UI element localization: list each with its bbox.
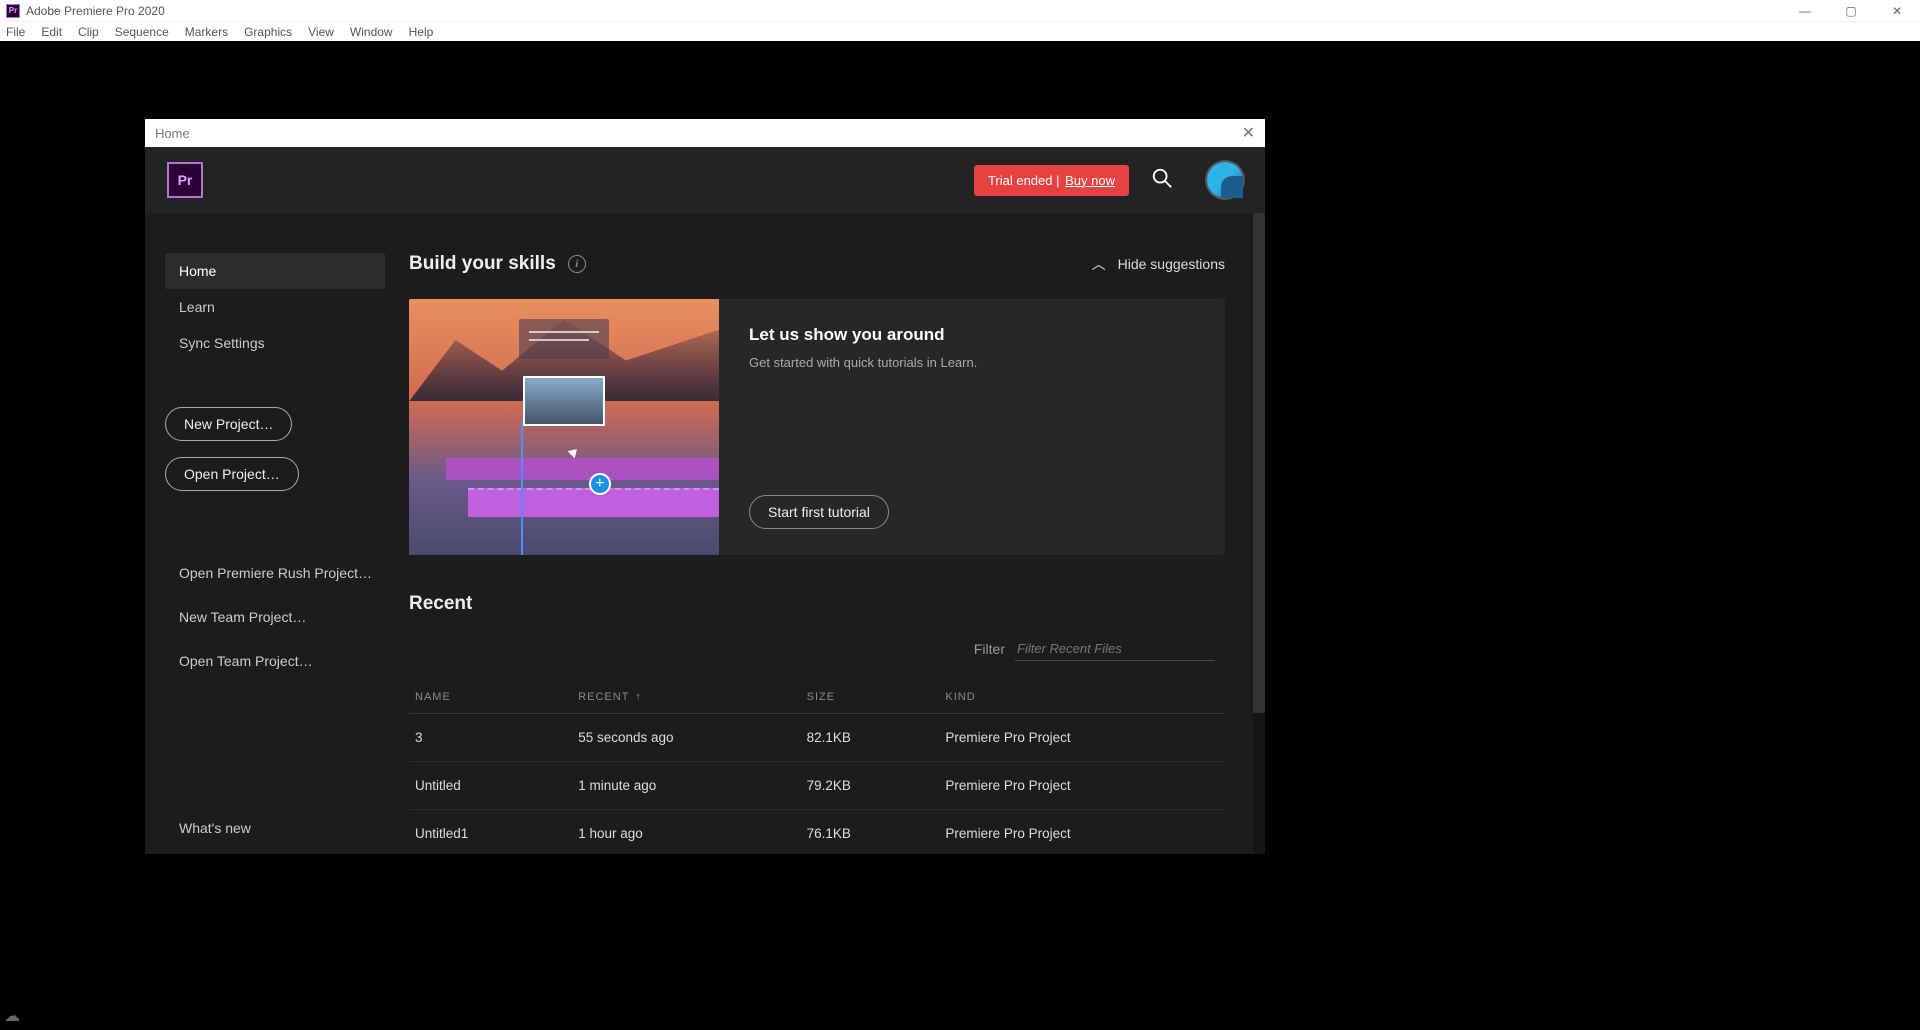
chevron-up-icon: ︿ (1092, 254, 1106, 274)
menu-help[interactable]: Help (409, 25, 434, 39)
menu-window[interactable]: Window (350, 25, 393, 39)
menubar: File Edit Clip Sequence Markers Graphics… (0, 21, 1920, 41)
skills-card: + Let us show you around Get started wit… (409, 299, 1225, 555)
skills-section-title: Build your skills (409, 253, 556, 275)
cell-size: 79.2KB (801, 762, 940, 810)
recent-section-title: Recent (409, 593, 1225, 615)
recent-table: NAME RECENT ↑ SIZE KIND 3 55 seconds ago … (409, 681, 1225, 854)
cell-name: Untitled1 (409, 810, 572, 855)
skills-card-subtitle: Get started with quick tutorials in Lear… (749, 355, 1195, 370)
cell-name: Untitled (409, 762, 572, 810)
app-icon: Pr (6, 4, 20, 18)
hide-suggestions-button[interactable]: ︿ Hide suggestions (1092, 254, 1225, 274)
menu-markers[interactable]: Markers (185, 25, 228, 39)
window-minimize-button[interactable]: — (1782, 0, 1828, 21)
sort-arrow-icon: ↑ (635, 691, 642, 703)
cell-kind: Premiere Pro Project (939, 714, 1225, 762)
cell-kind: Premiere Pro Project (939, 810, 1225, 855)
nav-home[interactable]: Home (165, 253, 385, 289)
col-size[interactable]: SIZE (807, 691, 835, 703)
home-main: Build your skills i ︿ Hide suggestions (405, 213, 1265, 854)
cell-recent: 1 hour ago (572, 810, 800, 855)
table-row[interactable]: Untitled1 1 hour ago 76.1KB Premiere Pro… (409, 810, 1225, 855)
trial-text: Trial ended (988, 173, 1053, 188)
filter-input[interactable] (1015, 637, 1215, 661)
window-close-button[interactable]: ✕ (1874, 0, 1920, 21)
cell-kind: Premiere Pro Project (939, 762, 1225, 810)
home-panel-close-button[interactable]: ✕ (1242, 123, 1255, 143)
cell-name: 3 (409, 714, 572, 762)
start-tutorial-button[interactable]: Start first tutorial (749, 495, 889, 529)
info-icon[interactable]: i (568, 255, 586, 273)
open-rush-project-link[interactable]: Open Premiere Rush Project… (165, 551, 385, 595)
home-panel: Home ✕ Pr Trial ended | Buy now Home Lea… (145, 119, 1265, 854)
window-titlebar: Pr Adobe Premiere Pro 2020 — ▢ ✕ (0, 0, 1920, 21)
menu-file[interactable]: File (6, 25, 25, 39)
home-sidebar: Home Learn Sync Settings New Project… Op… (145, 213, 405, 854)
menu-edit[interactable]: Edit (41, 25, 62, 39)
cell-size: 76.1KB (801, 810, 940, 855)
col-recent[interactable]: RECENT (578, 691, 629, 703)
hide-suggestions-label: Hide suggestions (1118, 256, 1225, 272)
plus-icon: + (589, 473, 611, 495)
home-panel-titlebar: Home ✕ (145, 119, 1265, 147)
nav-learn[interactable]: Learn (165, 289, 385, 325)
filter-label: Filter (974, 641, 1005, 657)
buy-now-link[interactable]: Buy now (1065, 173, 1115, 188)
cell-recent: 1 minute ago (572, 762, 800, 810)
table-row[interactable]: 3 55 seconds ago 82.1KB Premiere Pro Pro… (409, 714, 1225, 762)
cloud-sync-icon[interactable]: ☁ (4, 1006, 20, 1026)
menu-view[interactable]: View (308, 25, 334, 39)
col-name[interactable]: NAME (415, 691, 451, 703)
window-maximize-button[interactable]: ▢ (1828, 0, 1874, 21)
new-project-button[interactable]: New Project… (165, 407, 292, 441)
home-header: Pr Trial ended | Buy now (145, 147, 1265, 213)
menu-sequence[interactable]: Sequence (115, 25, 169, 39)
home-panel-title: Home (155, 126, 190, 141)
skills-card-title: Let us show you around (749, 325, 1195, 345)
app-title: Adobe Premiere Pro 2020 (26, 4, 165, 18)
nav-sync-settings[interactable]: Sync Settings (165, 325, 385, 361)
skills-card-thumbnail: + (409, 299, 719, 555)
premiere-logo: Pr (167, 162, 203, 198)
menu-clip[interactable]: Clip (78, 25, 99, 39)
whats-new-link[interactable]: What's new (179, 820, 251, 836)
cell-size: 82.1KB (801, 714, 940, 762)
search-icon[interactable] (1151, 167, 1173, 194)
account-avatar[interactable] (1207, 162, 1243, 198)
trial-ended-button[interactable]: Trial ended | Buy now (974, 165, 1129, 196)
open-team-project-link[interactable]: Open Team Project… (165, 639, 385, 683)
menu-graphics[interactable]: Graphics (244, 25, 292, 39)
table-row[interactable]: Untitled 1 minute ago 79.2KB Premiere Pr… (409, 762, 1225, 810)
col-kind[interactable]: KIND (945, 691, 975, 703)
cell-recent: 55 seconds ago (572, 714, 800, 762)
new-team-project-link[interactable]: New Team Project… (165, 595, 385, 639)
open-project-button[interactable]: Open Project… (165, 457, 299, 491)
